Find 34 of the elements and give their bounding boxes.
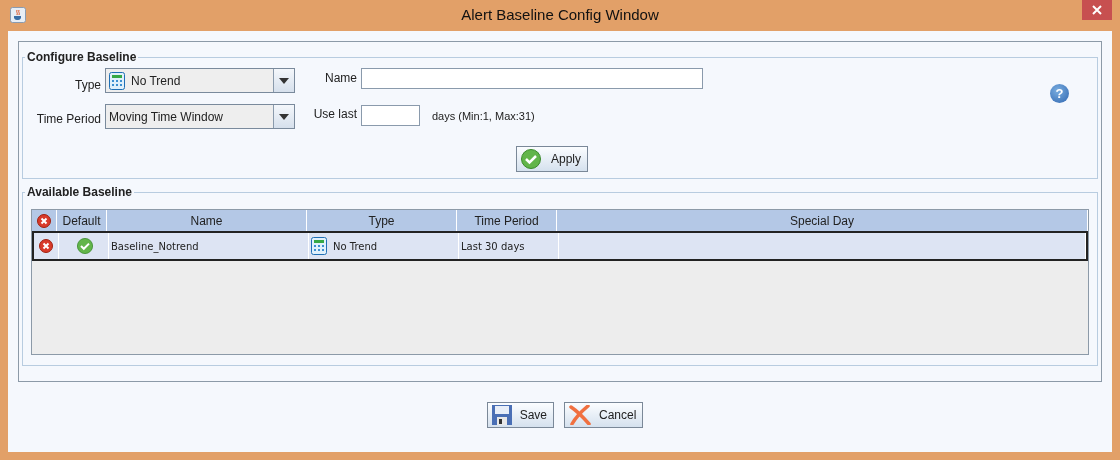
window-title: Alert Baseline Config Window xyxy=(460,6,660,23)
close-icon[interactable] xyxy=(1082,0,1112,20)
save-button[interactable]: Save xyxy=(486,402,554,428)
cross-icon xyxy=(569,405,591,425)
days-input[interactable] xyxy=(361,105,420,126)
calculator-icon xyxy=(109,71,125,90)
name-input[interactable] xyxy=(361,68,703,89)
table-row[interactable]: Baseline_Notrend No Trend Last 30 days xyxy=(32,231,1088,261)
table-cell: Last 30 days xyxy=(461,240,525,252)
field-label: Use last xyxy=(313,106,358,123)
days-hint: days (Min:1, Max:31) xyxy=(432,109,535,122)
column-header[interactable]: Default xyxy=(57,210,107,231)
cancel-button[interactable]: Cancel xyxy=(564,402,644,428)
caret-icon xyxy=(279,113,289,120)
field-label: Type xyxy=(75,77,102,94)
time-period-dropdown[interactable]: Moving Time Window xyxy=(105,104,295,129)
calculator-icon xyxy=(311,237,327,255)
apply-button[interactable]: Apply xyxy=(516,146,588,172)
checkmark-icon xyxy=(521,149,541,169)
cup-icon xyxy=(10,7,26,23)
delete-icon[interactable] xyxy=(39,239,53,253)
table-cell: Baseline_Notrend xyxy=(111,240,199,252)
column-header[interactable]: Special Day xyxy=(557,210,1088,231)
column-header[interactable]: Type xyxy=(307,210,457,231)
column-header[interactable]: Name xyxy=(107,210,307,231)
caret-icon xyxy=(279,77,289,84)
field-label: Name xyxy=(325,70,358,87)
type-dropdown[interactable]: No Trend xyxy=(105,68,295,93)
group-title: Available Baseline xyxy=(26,185,133,199)
group-title: Configure Baseline xyxy=(26,50,138,64)
field-label: Time Period xyxy=(36,111,102,128)
delete-icon xyxy=(37,213,51,228)
table-cell: No Trend xyxy=(333,240,378,252)
column-header[interactable]: Time Period xyxy=(457,210,557,231)
